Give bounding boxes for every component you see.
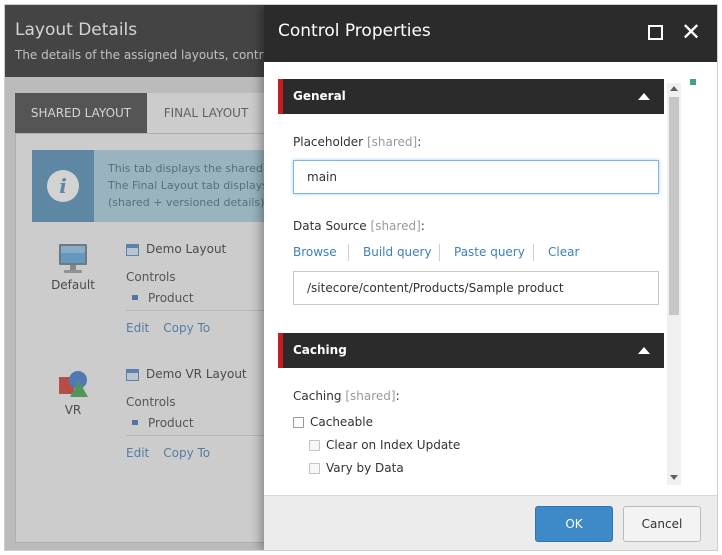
build-query-link[interactable]: Build query (363, 245, 432, 259)
browse-link[interactable]: Browse (293, 245, 337, 259)
maximize-icon[interactable] (648, 25, 663, 40)
control-properties-dialog: Control Properties ✕ General Placeholder… (264, 5, 717, 550)
side-marker (690, 79, 696, 85)
shared-tag: [shared] (366, 135, 418, 149)
section-caching-header[interactable]: Caching (278, 333, 664, 368)
scroll-down-icon[interactable] (670, 475, 678, 480)
link-separator (533, 244, 534, 261)
clear-on-index-update-label[interactable]: Clear on Index Update (326, 438, 460, 452)
cancel-button[interactable]: Cancel (623, 506, 701, 542)
dialog-body: General Placeholder [shared]: main Data … (264, 62, 717, 495)
caching-label: Caching [shared]: (293, 389, 400, 403)
label-colon: : (417, 135, 422, 149)
section-title: Caching (293, 343, 347, 357)
vary-by-data-checkbox[interactable] (309, 463, 320, 474)
data-source-label: Data Source [shared]: (293, 219, 425, 233)
cacheable-label[interactable]: Cacheable (310, 415, 373, 429)
dialog-header: Control Properties ✕ (264, 5, 717, 62)
scroll-thumb[interactable] (669, 97, 679, 315)
placeholder-label-text: Placeholder (293, 135, 364, 149)
ok-button[interactable]: OK (535, 506, 613, 542)
clear-on-index-update-checkbox[interactable] (309, 440, 320, 451)
section-general-header[interactable]: General (278, 79, 664, 114)
chevron-up-icon[interactable] (638, 347, 650, 354)
cacheable-checkbox[interactable] (293, 417, 304, 428)
vary-by-data-label[interactable]: Vary by Data (326, 461, 404, 475)
paste-query-link[interactable]: Paste query (454, 245, 525, 259)
label-colon: : (420, 219, 425, 233)
close-icon[interactable]: ✕ (679, 17, 703, 47)
scroll-up-icon[interactable] (670, 86, 678, 91)
shared-tag: [shared] (345, 389, 396, 403)
dialog-title: Control Properties (278, 21, 431, 41)
data-source-input[interactable]: /sitecore/content/Products/Sample produc… (293, 271, 659, 305)
dialog-footer: OK Cancel (264, 495, 717, 550)
shared-tag: [shared] (370, 219, 421, 233)
caching-label-text: Caching (293, 389, 342, 403)
clear-link[interactable]: Clear (548, 245, 579, 259)
link-separator (439, 244, 440, 261)
data-source-label-text: Data Source (293, 219, 367, 233)
app-frame: Layout Details The details of the assign… (4, 4, 718, 551)
chevron-up-icon[interactable] (638, 93, 650, 100)
label-colon: : (395, 389, 400, 403)
link-separator (348, 244, 349, 261)
screen: Layout Details The details of the assign… (0, 0, 722, 555)
section-title: General (293, 89, 346, 103)
placeholder-label: Placeholder [shared]: (293, 135, 421, 149)
placeholder-input[interactable]: main (293, 160, 659, 194)
vertical-scrollbar[interactable] (667, 83, 681, 485)
